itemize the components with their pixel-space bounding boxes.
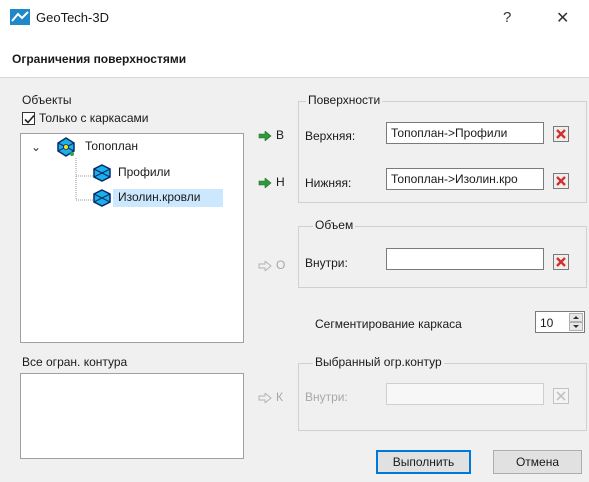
arrow-right-icon (258, 260, 272, 271)
help-button[interactable]: ? (503, 9, 511, 26)
assign-contour-button[interactable]: К (258, 390, 283, 404)
chevron-down-icon[interactable]: ⌄ (31, 140, 41, 154)
window-titlebar: GeoTech-3D ? ✕ (0, 0, 589, 40)
surfaces-group-label: Поверхности (306, 93, 383, 107)
segmentation-value: 10 (540, 316, 554, 330)
tree-item-profiles[interactable]: Профили (115, 164, 185, 182)
contours-list[interactable] (20, 373, 244, 459)
close-button[interactable]: ✕ (556, 8, 569, 28)
assign-volume-button[interactable]: О (258, 258, 285, 272)
tree-item-label: Изолин.кровли (118, 190, 201, 204)
volume-inside-field[interactable] (386, 248, 544, 270)
dialog-title: Ограничения поверхностями (12, 52, 187, 66)
stepper-down-button[interactable] (569, 322, 583, 331)
topoplan-node-icon (57, 137, 75, 157)
assign-upper-label: В (276, 128, 285, 142)
segmentation-label: Сегментирование каркаса (315, 317, 462, 331)
arrow-right-icon (258, 392, 272, 403)
upper-surface-field[interactable]: Топоплан->Профили (386, 122, 544, 144)
contour-inside-label: Внутри: (305, 390, 348, 404)
cancel-button[interactable]: Отмена (493, 450, 582, 474)
tree-item-isolines[interactable]: Изолин.кровли (113, 189, 223, 207)
segmentation-stepper[interactable]: 10 (535, 311, 585, 333)
selected-contour-group-label: Выбранный огр.контур (313, 355, 444, 369)
clear-upper-icon[interactable] (553, 126, 569, 142)
only-frames-label[interactable]: Только с каркасами (39, 111, 148, 125)
assign-lower-button[interactable]: Н (258, 175, 285, 189)
tree-item-label: Профили (118, 165, 171, 179)
assign-contour-label: К (276, 390, 283, 404)
tree-item-label: Топоплан (85, 139, 139, 153)
contours-group-label: Все огран. контура (22, 355, 128, 369)
objects-tree[interactable]: ⌄ Топоплан Профили Изолин.кровли (20, 133, 244, 343)
app-logo-icon (10, 9, 30, 25)
assign-volume-label: О (276, 258, 286, 272)
window-title: GeoTech-3D (36, 10, 109, 25)
lower-surface-label: Нижняя: (305, 176, 352, 190)
clear-contour-icon[interactable] (553, 388, 569, 404)
upper-surface-label: Верхняя: (305, 129, 356, 143)
only-frames-checkbox[interactable] (22, 112, 35, 125)
clear-lower-icon[interactable] (553, 173, 569, 189)
contour-inside-field[interactable] (386, 383, 544, 405)
clear-volume-icon[interactable] (553, 254, 569, 270)
volume-inside-label: Внутри: (305, 256, 348, 270)
objects-group-label: Объекты (22, 93, 72, 107)
assign-upper-button[interactable]: В (258, 128, 284, 142)
surface-node-icon (93, 189, 111, 207)
assign-lower-label: Н (276, 175, 285, 189)
arrow-right-icon (258, 130, 272, 141)
tree-item-root[interactable]: Топоплан (81, 138, 181, 156)
volume-group-label: Объем (313, 218, 356, 232)
arrow-right-icon (258, 177, 272, 188)
surface-node-icon (93, 164, 111, 182)
stepper-up-button[interactable] (569, 313, 583, 322)
run-button[interactable]: Выполнить (376, 450, 471, 474)
lower-surface-field[interactable]: Топоплан->Изолин.кро (386, 168, 544, 190)
